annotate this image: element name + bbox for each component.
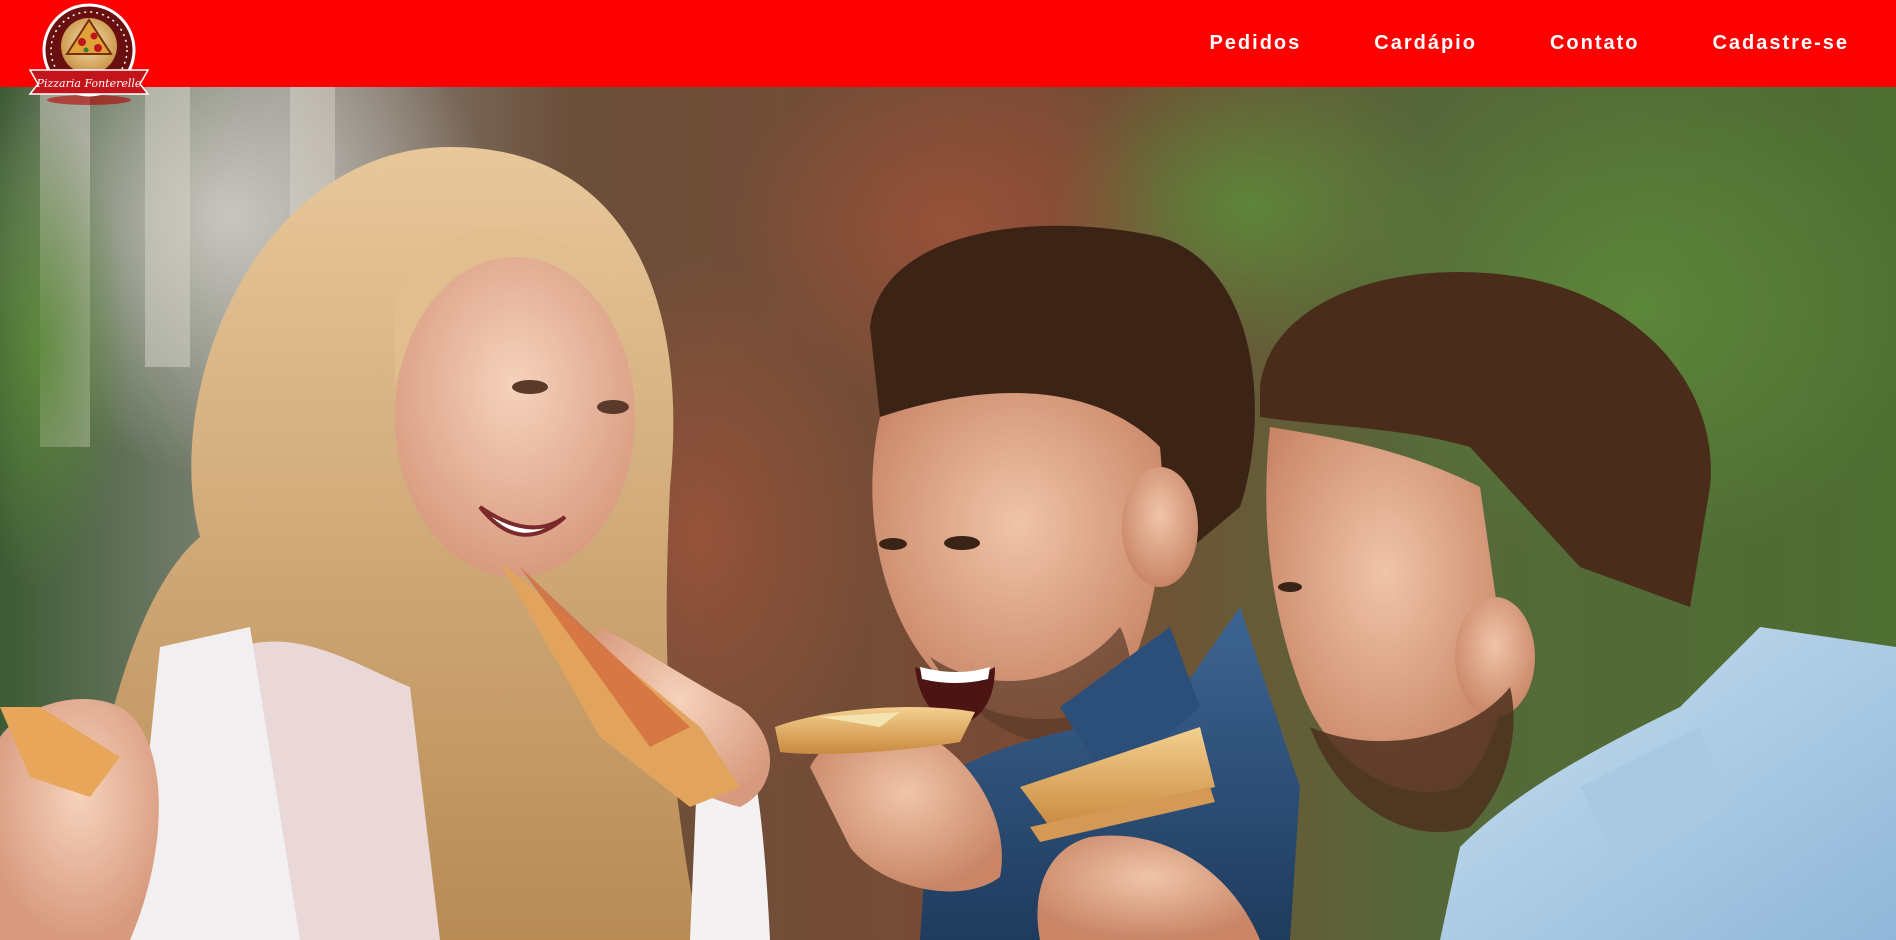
nav-contato[interactable]: Contato [1550, 32, 1640, 55]
nav-pedidos[interactable]: Pedidos [1209, 32, 1301, 55]
top-navbar: Pedidos Cardápio Contato Cadastre-se [0, 0, 1896, 87]
pizza-badge-logo-icon: Pizzaria Fonterelle [28, 3, 150, 105]
hero-photo-image [0, 87, 1896, 940]
nav-cardapio[interactable]: Cardápio [1374, 32, 1477, 55]
hero-banner [0, 87, 1896, 940]
nav-cadastre-se[interactable]: Cadastre-se [1712, 32, 1849, 55]
pizzaria-logo[interactable]: Pizzaria Fonterelle [22, 2, 157, 108]
logo-text: Pizzaria Fonterelle [36, 77, 142, 90]
main-nav: Pedidos Cardápio Contato Cadastre-se [1209, 0, 1896, 87]
